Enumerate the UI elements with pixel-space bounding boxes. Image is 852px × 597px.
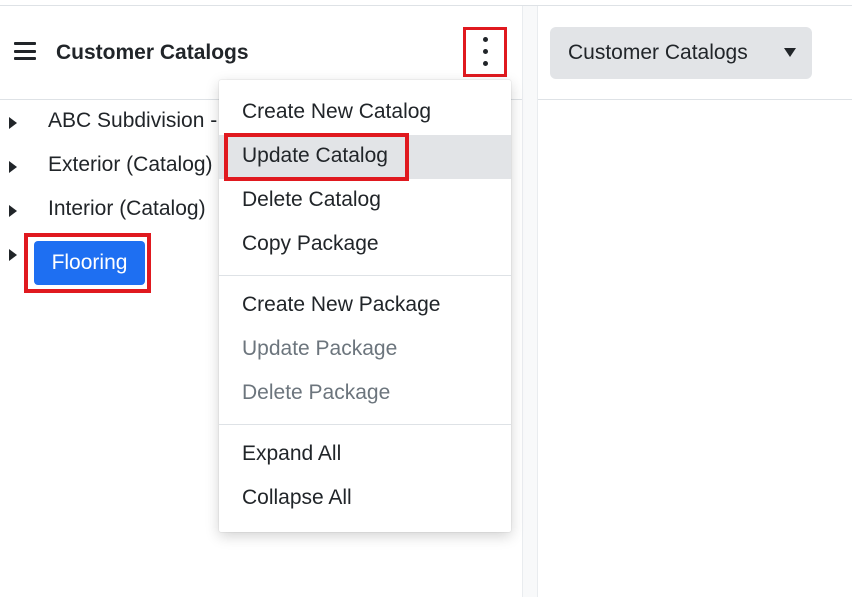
menu-item-label: Delete Package — [242, 381, 391, 404]
panel-divider[interactable] — [522, 6, 538, 597]
caret-down-icon — [784, 48, 796, 57]
catalog-dropdown-label: Customer Catalogs — [568, 41, 748, 64]
tree-item-abc-subdivision[interactable]: ABC Subdivision - — [0, 106, 230, 150]
menu-item-label: Create New Package — [242, 293, 441, 316]
menu-item-expand-all[interactable]: Expand All — [219, 433, 511, 477]
vertical-ellipsis-icon — [483, 37, 488, 42]
tree-item-label: Exterior (Catalog) — [48, 153, 213, 176]
menu-item-label: Collapse All — [242, 486, 352, 509]
right-panel: Customer Catalogs — [538, 6, 852, 597]
tree-item-exterior[interactable]: Exterior (Catalog) — [0, 150, 230, 194]
menu-divider — [219, 275, 511, 276]
tree-item-label: ABC Subdivision - — [48, 109, 218, 132]
tree-item-label: Interior (Catalog) — [48, 197, 206, 220]
menu-item-label: Delete Catalog — [242, 188, 381, 211]
menu-item-create-new-package[interactable]: Create New Package — [219, 284, 511, 328]
menu-item-label: Update Catalog — [242, 144, 388, 167]
tree-item-flooring[interactable]: Flooring — [0, 233, 160, 293]
menu-divider — [219, 424, 511, 425]
vertical-ellipsis-icon-dot — [483, 61, 488, 66]
vertical-ellipsis-icon-dot — [483, 49, 488, 54]
caret-right-icon[interactable] — [9, 205, 17, 217]
tree-item-flooring-selected[interactable]: Flooring — [34, 241, 145, 285]
menu-item-label: Copy Package — [242, 232, 379, 255]
right-header: Customer Catalogs — [538, 6, 852, 100]
hamburger-icon[interactable] — [14, 42, 36, 60]
menu-item-delete-package: Delete Package — [219, 372, 511, 416]
menu-item-collapse-all[interactable]: Collapse All — [219, 477, 511, 521]
menu-item-label: Update Package — [242, 337, 398, 360]
selection-highlight: Flooring — [24, 233, 151, 293]
more-options-button[interactable] — [463, 27, 507, 77]
more-options-menu: Create New Catalog Update Catalog Delete… — [219, 80, 511, 532]
menu-item-copy-package[interactable]: Copy Package — [219, 223, 511, 267]
menu-item-delete-catalog[interactable]: Delete Catalog — [219, 179, 511, 223]
caret-right-icon[interactable] — [9, 161, 17, 173]
menu-item-update-catalog[interactable]: Update Catalog — [219, 133, 511, 181]
menu-item-update-package: Update Package — [219, 328, 511, 372]
menu-item-label: Expand All — [242, 442, 342, 465]
caret-right-icon[interactable] — [9, 249, 17, 261]
caret-right-icon[interactable] — [9, 117, 17, 129]
menu-item-create-new-catalog[interactable]: Create New Catalog — [219, 91, 511, 135]
page-title: Customer Catalogs — [56, 41, 249, 64]
catalog-dropdown[interactable]: Customer Catalogs — [550, 27, 812, 79]
tree-item-interior[interactable]: Interior (Catalog) — [0, 194, 230, 238]
menu-item-label: Create New Catalog — [242, 100, 432, 123]
